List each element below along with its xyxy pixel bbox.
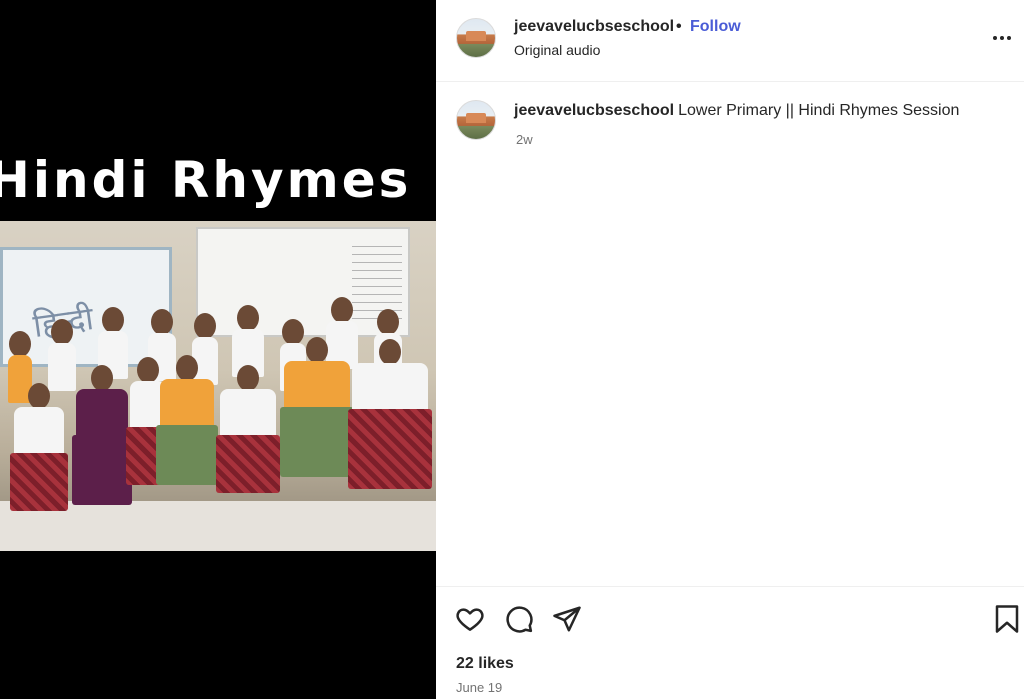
caption-age[interactable]: 2w — [516, 132, 533, 147]
post-sidebar: jeevavelucbseschool • Follow Original au… — [436, 0, 1024, 699]
likes-count[interactable]: 22 likes — [456, 655, 514, 673]
separator-dot: • — [676, 18, 682, 35]
caption-text: Lower Primary || Hindi Rhymes Session — [678, 102, 960, 119]
post-media[interactable]: Hindi Rhymes हिन्दी — [0, 0, 436, 699]
actions-bar: 22 likes June 19 — [436, 586, 1024, 699]
caption-username[interactable]: jeevavelucbseschool — [514, 102, 674, 119]
audio-label[interactable]: Original audio — [514, 42, 600, 58]
class-photo: हिन्दी — [0, 221, 436, 551]
follow-button[interactable]: Follow — [690, 18, 741, 36]
header-username[interactable]: jeevavelucbseschool — [514, 18, 674, 36]
post-header: jeevavelucbseschool • Follow Original au… — [436, 0, 1024, 82]
comment-icon[interactable] — [504, 604, 534, 634]
caption-line: jeevavelucbseschool Lower Primary || Hind… — [514, 102, 959, 120]
heart-icon[interactable] — [455, 604, 485, 634]
media-title-text: Hindi Rhymes — [0, 151, 412, 209]
caption-avatar[interactable] — [456, 100, 496, 140]
caption-comment: jeevavelucbseschool Lower Primary || Hind… — [436, 98, 1024, 158]
profile-avatar[interactable] — [456, 18, 496, 58]
post-date: June 19 — [456, 680, 503, 695]
more-options-icon[interactable] — [990, 26, 1014, 50]
share-icon[interactable] — [552, 604, 582, 634]
bookmark-icon[interactable] — [992, 604, 1022, 634]
